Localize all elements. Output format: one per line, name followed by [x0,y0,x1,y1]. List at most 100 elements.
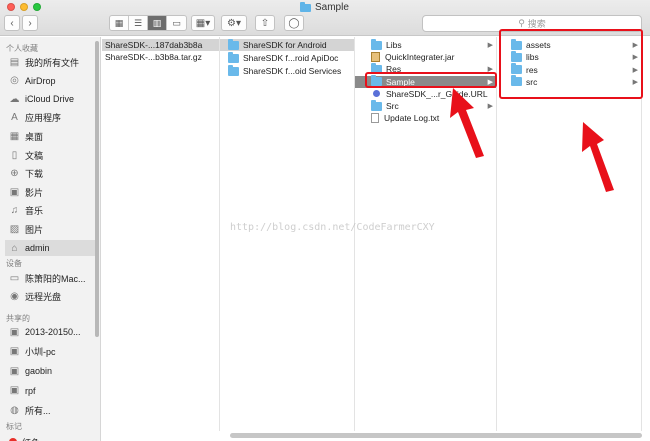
cover-flow-button[interactable]: ▭ [167,16,186,30]
airdrop-icon: ◎ [10,75,19,87]
sidebar-section-shared: 共享的 [6,314,30,323]
view-mode-selector[interactable]: ▦ ☰ ▥ ▭ [109,15,187,31]
sidebar-item-label: 桌面 [25,131,44,142]
annotation-box-contents [499,29,643,99]
column-view-button[interactable]: ▥ [148,16,167,30]
folder-icon [371,38,382,50]
sidebar-item[interactable]: ▯ 文稿 [5,147,95,163]
tags-button[interactable]: ◯ [284,15,304,31]
minimize-window-button[interactable] [20,3,28,11]
item-name: Libs [386,40,402,50]
sidebar-item-label: 下载 [25,169,44,180]
monitor-icon: ▣ [9,346,20,357]
action-button[interactable]: ⚙▾ [221,15,247,31]
sidebar-item-label: 2013-20150... [25,327,81,337]
item-name: ShareSDK f...roid ApiDoc [243,53,339,63]
sidebar-item[interactable]: ♫ 音乐 [5,203,95,219]
applications-icon: A [11,112,18,124]
file-row[interactable]: Update Log.txt [355,112,496,124]
sidebar-item[interactable]: ◍ 所有... [5,402,95,418]
annotation-box-sample [365,72,497,88]
sidebar-item[interactable]: ⌂ admin [5,240,95,256]
desktop-icon: ▦ [9,130,20,142]
folder-row[interactable]: Src ▶ [355,99,496,112]
item-name: Src [386,101,399,111]
sidebar-item[interactable]: ◉ 远程光盘 [5,288,95,304]
sidebar-item[interactable]: ▨ 图片 [5,221,95,237]
folder-row[interactable]: ShareSDK f...roid ApiDoc [220,51,354,64]
disclosure-arrow-icon: ▶ [487,103,493,110]
sidebar-item[interactable]: ☁ iCloud Drive [5,91,95,107]
sidebar-section-tags: 标记 [6,422,22,431]
sidebar-item-label: 陈箫阳的Mac... [25,273,86,284]
monitor-icon: ▣ [9,365,20,377]
horizontal-scrollbar[interactable] [230,433,642,438]
sidebar-item-label: admin [25,243,50,253]
sidebar-item-label: 音乐 [25,206,44,217]
documents-icon: ▯ [11,149,18,161]
grid-arrange-icon: ▦▾ [195,17,211,29]
item-name: ShareSDK_...r_Guide.URL [386,88,488,99]
item-name: QuickIntegrater.jar [385,52,455,63]
jar-file-icon [371,52,380,63]
share-button[interactable]: ⇧ [255,15,275,31]
icon-view-button[interactable]: ▦ [110,16,129,30]
sidebar-item[interactable]: ▣ 2013-20150... [5,324,95,340]
sidebar-item[interactable]: ▤ 我的所有文件 [5,54,95,70]
gear-icon: ⚙▾ [227,17,241,29]
sidebar-item[interactable]: ▦ 桌面 [5,128,95,144]
downloads-icon: ⊕ [10,168,19,180]
share-icon: ⇧ [260,17,270,29]
forward-button[interactable]: › [22,15,38,31]
sidebar-tag-red[interactable]: 红色 [5,434,95,441]
chevron-right-icon: › [28,17,32,29]
music-icon: ♫ [10,205,19,217]
sidebar-item[interactable]: ◎ AirDrop [5,73,95,89]
folder-icon [371,99,382,111]
sidebar-scrollbar[interactable] [95,41,99,337]
monitor-icon: ▣ [9,385,20,396]
file-row[interactable]: ShareSDK-...b3b8a.tar.gz [102,51,219,63]
list-view-button[interactable]: ☰ [129,16,148,30]
zoom-window-button[interactable] [33,3,41,11]
sidebar-item-label: 所有... [25,405,51,416]
sidebar-item-label: iCloud Drive [25,94,75,105]
folder-row[interactable]: Libs ▶ [355,38,496,51]
search-icon: ⚲ [518,18,525,28]
computer-icon: ▭ [9,272,20,284]
arrange-button[interactable]: ▦▾ [191,15,215,31]
folder-row[interactable]: ShareSDK for Android [220,38,354,51]
sidebar-item-label: AirDrop [25,75,56,86]
sidebar-item[interactable]: ▭ 陈箫阳的Mac... [5,270,95,286]
column-2: ShareSDK for Android ShareSDK f...roid Ap… [220,37,355,431]
close-window-button[interactable] [7,3,15,11]
file-row[interactable]: ShareSDK_...r_Guide.URL [355,88,496,100]
disc-icon: ◉ [10,290,19,302]
folder-row[interactable]: ShareSDK-...187dab3b8a [102,39,219,51]
sidebar-item-label: gaobin [25,366,53,376]
monitor-icon: ▣ [9,326,20,338]
sidebar-item-label: rpf [25,385,36,396]
sidebar-item-label: 应用程序 [25,113,62,124]
window-title-text: Sample [315,2,349,13]
watermark-text: http://blog.csdn.net/CodeFarmerCXY [230,222,435,233]
network-icon: ◍ [10,404,19,416]
folder-icon [300,1,311,12]
back-button[interactable]: ‹ [4,15,20,31]
sidebar-item[interactable]: A 应用程序 [5,110,95,126]
file-row[interactable]: QuickIntegrater.jar [355,51,496,63]
item-name: ShareSDK-...b3b8a.tar.gz [105,52,202,62]
folder-row[interactable]: ShareSDK f...oid Services [220,64,354,77]
sidebar-item-label: 远程光盘 [25,291,62,302]
sidebar-item-label: 影片 [25,187,44,198]
folder-icon [228,38,239,50]
sidebar-item[interactable]: ▣ 影片 [5,184,95,200]
sidebar-item[interactable]: ▣ 小圳-pc [5,344,95,360]
sidebar-item[interactable]: ▣ rpf [5,383,95,399]
window-title: Sample [300,1,349,13]
movies-icon: ▣ [9,186,20,198]
sidebar-item[interactable]: ⊕ 下载 [5,166,95,182]
sidebar-item-label: 小圳-pc [25,347,56,357]
sidebar-item-label: 我的所有文件 [25,57,80,68]
sidebar-item[interactable]: ▣ gaobin [5,363,95,379]
